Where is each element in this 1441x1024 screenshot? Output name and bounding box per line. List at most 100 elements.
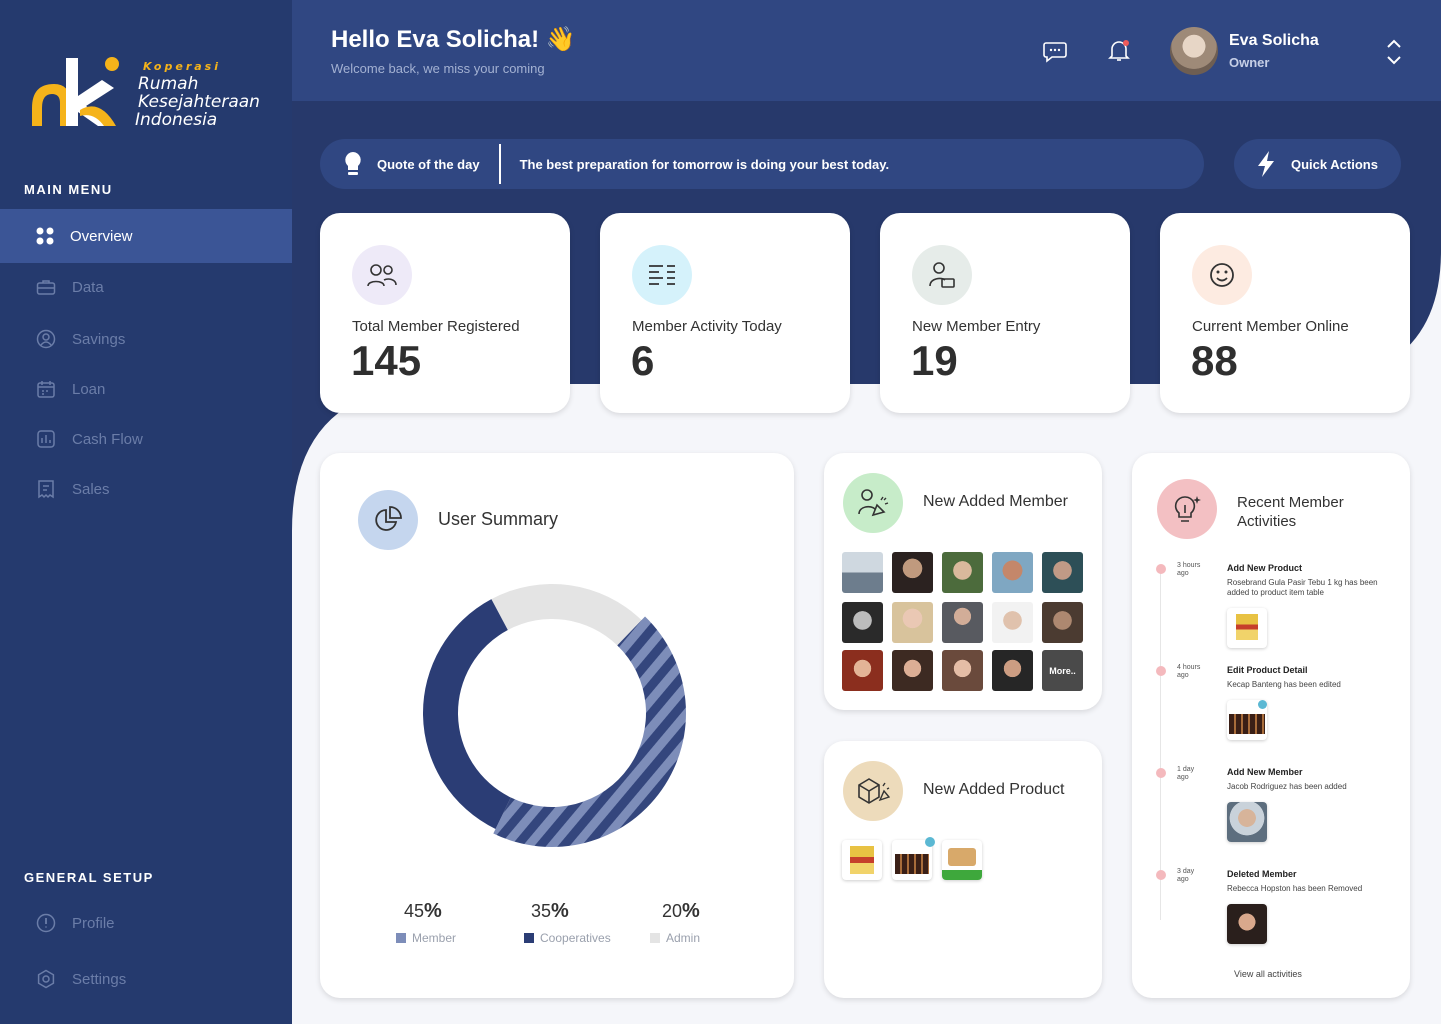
timeline-dot [1156, 564, 1166, 574]
member-avatar[interactable] [842, 602, 883, 643]
idea-icon [1174, 496, 1201, 522]
sidebar-item-overview[interactable]: Overview [0, 209, 292, 263]
stat-icon-bg [632, 245, 692, 305]
member-avatar[interactable] [942, 650, 983, 691]
activity-time: 1 day ago [1177, 766, 1195, 781]
greeting-title: Hello Eva Solicha! 👋 [331, 26, 576, 53]
sidebar-item-settings[interactable]: Settings [0, 952, 292, 1006]
activity-time: 4 hours ago [1177, 664, 1201, 679]
member-avatar[interactable] [892, 602, 933, 643]
briefcase-icon [36, 280, 56, 295]
activity-title: Add New Product [1227, 563, 1303, 573]
new-product-icon-bg [843, 761, 903, 821]
user-avatar[interactable] [1170, 27, 1218, 75]
member-avatar[interactable] [842, 552, 883, 593]
donut-slice-cooperatives [423, 599, 511, 829]
activity-desc: Rosebrand Gula Pasir Tebu 1 kg has been … [1227, 578, 1378, 597]
product-thumbnail[interactable] [842, 840, 882, 880]
sidebar-item-label: Settings [72, 970, 127, 988]
main-menu-heading: MAIN MENU [24, 182, 113, 197]
quote-text: The best preparation for tomorrow is doi… [519, 156, 890, 172]
sidebar-item-label: Data [72, 278, 104, 296]
chevron-up-down-icon[interactable] [1385, 38, 1403, 66]
activity-product-image[interactable] [1227, 700, 1267, 740]
timeline-dot [1156, 768, 1166, 778]
lightbulb-icon [345, 152, 361, 175]
quote-bar: Quote of the day The best preparation fo… [320, 139, 1204, 189]
timeline-line [1160, 570, 1161, 920]
sidebar-item-profile[interactable]: Profile [0, 896, 292, 950]
receipt-icon [38, 480, 54, 499]
donut-slice-admin [491, 584, 642, 646]
info-circle-icon [36, 913, 56, 933]
product-thumbnail[interactable] [942, 840, 982, 880]
user-summary-donut [423, 584, 686, 847]
lightning-icon [1258, 151, 1274, 177]
sidebar-item-label: Sales [72, 480, 110, 498]
brand-koperasi: Koperasi [143, 60, 221, 73]
brand-logo[interactable]: Koperasi Rumah Kesejahteraan Indonesia [28, 50, 268, 135]
chat-icon[interactable] [1042, 38, 1068, 64]
stat-label: New Member Entry [912, 318, 1041, 335]
stat-card-new-member[interactable]: New Member Entry 19 [880, 213, 1130, 413]
stat-card-member-activity[interactable]: Member Activity Today 6 [600, 213, 850, 413]
activity-time: 3 hours ago [1177, 562, 1201, 577]
member-avatar[interactable] [1042, 602, 1083, 643]
bell-icon[interactable] [1106, 38, 1132, 64]
member-avatar[interactable] [992, 650, 1033, 691]
logo-mark-icon [32, 57, 119, 126]
activity-title: Edit Product Detail [1227, 665, 1308, 675]
sidebar-item-sales[interactable]: Sales [0, 462, 292, 516]
legend-admin-pct: 20% [662, 900, 700, 922]
quick-actions-button[interactable]: Quick Actions [1234, 139, 1401, 189]
new-product-title: New Added Product [923, 781, 1065, 798]
activity-desc: Jacob Rodriguez has been added [1227, 782, 1347, 791]
activity-time: 3 day ago [1177, 868, 1195, 883]
user-role: Owner [1229, 55, 1270, 70]
sidebar: Koperasi Rumah Kesejahteraan Indonesia M… [0, 0, 292, 1024]
product-thumbnail[interactable] [892, 837, 935, 880]
legend-cooperatives-pct: 35% [531, 900, 569, 922]
activity-desc: Rebecca Hopston has been Removed [1227, 884, 1363, 893]
smile-icon [1210, 263, 1234, 287]
view-all-activities-link[interactable]: View all activities [1234, 969, 1302, 979]
member-avatar[interactable] [892, 552, 933, 593]
sidebar-item-data[interactable]: Data [0, 260, 292, 314]
stat-icon-bg [1192, 245, 1252, 305]
donut-slice-member [493, 616, 686, 847]
legend-admin: Admin [650, 931, 700, 945]
greeting-subtitle: Welcome back, we miss your coming [331, 61, 545, 76]
legend-member-pct: 45% [404, 900, 442, 922]
quote-divider [498, 144, 501, 184]
activity-member-avatar[interactable] [1227, 904, 1267, 944]
sidebar-item-savings[interactable]: Savings [0, 312, 292, 366]
member-avatar[interactable] [942, 552, 983, 593]
sidebar-item-loan[interactable]: Loan [0, 362, 292, 416]
member-avatar[interactable] [942, 602, 983, 643]
brand-rumah: Rumah [138, 74, 199, 94]
more-members-button[interactable]: More.. [1042, 650, 1083, 691]
stat-card-total-members[interactable]: Total Member Registered 145 [320, 213, 570, 413]
legend-member: Member [396, 931, 456, 945]
activity-title: Deleted Member [1227, 869, 1297, 879]
sidebar-item-label: Loan [72, 380, 106, 398]
user-celebrate-icon [858, 489, 889, 517]
member-avatar[interactable] [992, 552, 1033, 593]
top-bar: Hello Eva Solicha! 👋 Welcome back, we mi… [292, 0, 1441, 101]
sidebar-item-cash-flow[interactable]: Cash Flow [0, 412, 292, 466]
stat-card-online[interactable]: Current Member Online 88 [1160, 213, 1410, 413]
grid-icon [36, 227, 54, 245]
stat-value: 6 [631, 337, 655, 384]
member-avatar[interactable] [892, 650, 933, 691]
activity-member-avatar[interactable] [1227, 802, 1267, 842]
activities-title: Recent Member Activities [1237, 494, 1344, 530]
gear-icon [37, 969, 55, 989]
sidebar-item-label: Profile [72, 914, 115, 932]
member-avatar[interactable] [992, 602, 1033, 643]
brand-kesejahteraan: Kesejahteraan [138, 92, 260, 112]
box-celebrate-icon [858, 778, 890, 804]
stat-value: 145 [351, 337, 422, 384]
activity-product-image[interactable] [1227, 608, 1267, 648]
member-avatar[interactable] [842, 650, 883, 691]
member-avatar[interactable] [1042, 552, 1083, 593]
